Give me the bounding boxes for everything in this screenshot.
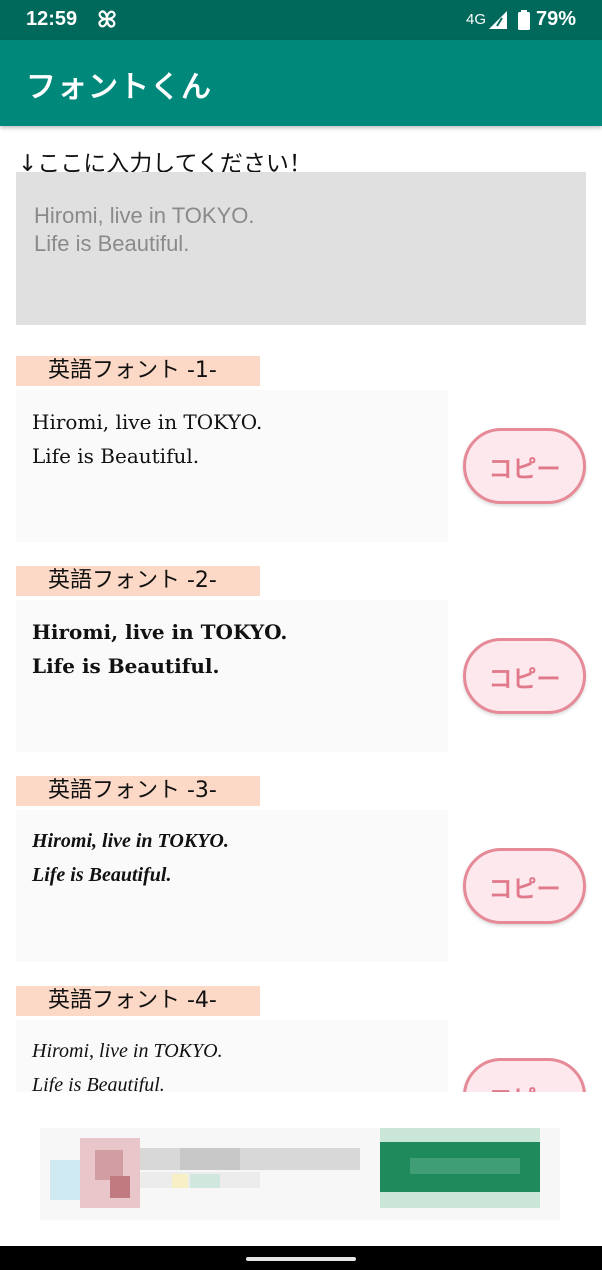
preview-line-2: Life is Beautiful. bbox=[32, 444, 200, 468]
network-type: 4G bbox=[466, 11, 487, 28]
font-section-label: 英語フォント -1- bbox=[16, 356, 260, 386]
battery-icon bbox=[518, 10, 530, 30]
font-preview: Hiromi, live in TOKYO. Life is Beautiful… bbox=[16, 810, 448, 962]
status-time: 12:59 bbox=[26, 8, 78, 30]
font-section-label: 英語フォント -4- bbox=[16, 986, 260, 1016]
preview-line-2: Life is Beautiful. bbox=[32, 654, 220, 678]
preview-line-1: Hiromi, live in TOKYO. bbox=[32, 830, 229, 852]
ad-banner[interactable] bbox=[40, 1128, 560, 1220]
copy-button[interactable]: コピー bbox=[463, 1058, 586, 1092]
signal-icon bbox=[489, 11, 507, 29]
font-section-label: 英語フォント -2- bbox=[16, 566, 260, 596]
navigation-bar bbox=[0, 1246, 602, 1270]
preview-line-1: Hiromi, live in TOKYO. bbox=[32, 620, 288, 644]
font-section-1: 英語フォント -1- Hiromi, live in TOKYO. Life i… bbox=[0, 356, 602, 556]
font-section-2: 英語フォント -2- Hiromi, live in TOKYO. Life i… bbox=[0, 566, 602, 766]
preview-line-1: Hiromi, live in TOKYO. bbox=[32, 410, 263, 434]
app-title: フォントくん bbox=[26, 70, 212, 105]
pinwheel-icon bbox=[98, 10, 116, 28]
battery-percent: 79% bbox=[536, 8, 577, 30]
font-list[interactable]: 英語フォント -1- Hiromi, live in TOKYO. Life i… bbox=[0, 340, 602, 1092]
text-input[interactable]: Hiromi, live in TOKYO. Life is Beautiful… bbox=[16, 172, 586, 325]
status-bar: 12:59 4G 79% bbox=[0, 0, 602, 40]
preview-line-1: Hiromi, live in TOKYO. bbox=[32, 1040, 223, 1062]
app-bar: フォントくん bbox=[0, 40, 602, 126]
font-section-4: 英語フォント -4- Hiromi, live in TOKYO. Life i… bbox=[0, 986, 602, 1092]
preview-line-2: Life is Beautiful. bbox=[32, 864, 172, 886]
ad-area bbox=[0, 1092, 602, 1246]
font-section-label: 英語フォント -3- bbox=[16, 776, 260, 806]
font-preview: Hiromi, live in TOKYO. Life is Beautiful… bbox=[16, 600, 448, 752]
copy-button[interactable]: コピー bbox=[463, 428, 586, 504]
preview-line-2: Life is Beautiful. bbox=[32, 1074, 165, 1092]
copy-button[interactable]: コピー bbox=[463, 638, 586, 714]
font-preview: Hiromi, live in TOKYO. Life is Beautiful… bbox=[16, 1020, 448, 1092]
copy-button[interactable]: コピー bbox=[463, 848, 586, 924]
text-input-container: Hiromi, live in TOKYO. Life is Beautiful… bbox=[16, 172, 586, 325]
font-preview: Hiromi, live in TOKYO. Life is Beautiful… bbox=[16, 390, 448, 542]
home-gesture-handle[interactable] bbox=[246, 1257, 356, 1261]
font-section-3: 英語フォント -3- Hiromi, live in TOKYO. Life i… bbox=[0, 776, 602, 976]
